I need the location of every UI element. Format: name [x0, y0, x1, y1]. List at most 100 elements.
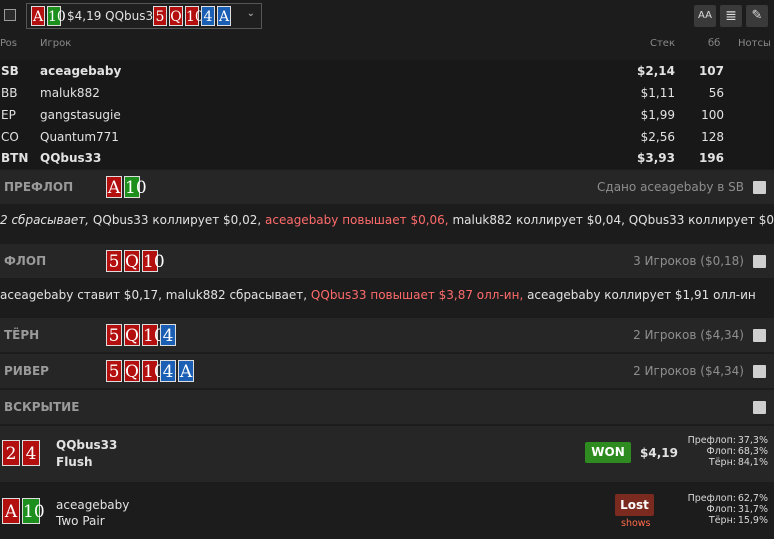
player-name: QQbus33: [56, 438, 118, 452]
list-view-button[interactable]: ≣: [720, 5, 742, 27]
card: 10: [47, 6, 66, 26]
player-bb: 107: [698, 64, 724, 78]
card: A: [178, 360, 194, 382]
table-row[interactable]: BB maluk882 $1,11 56: [0, 82, 774, 104]
header-notes: Нотсы: [738, 38, 771, 49]
player-stack: $2,14: [637, 64, 675, 78]
players-table-header: Pos Игрок Стек бб Нотсы: [0, 38, 774, 56]
player-name: Quantum771: [40, 130, 119, 144]
card: A: [31, 6, 45, 26]
player-stack: $3,93: [637, 151, 675, 165]
card: 4: [201, 6, 215, 26]
player-name: maluk882: [40, 86, 100, 100]
card: 4: [22, 440, 40, 466]
player-cards: A 10: [2, 498, 45, 524]
won-amount: $4,19: [640, 446, 678, 460]
card: A: [217, 6, 231, 26]
player-name: QQbus33: [40, 151, 102, 165]
flop-actions: aceagebaby ставит $0,17, maluk882 сбрасы…: [0, 279, 774, 312]
card: 2: [2, 440, 20, 466]
street-preflop: ПРЕФЛОП A 10 Сдано aceagebaby в SB: [0, 170, 774, 204]
player-stack: $1,99: [640, 108, 675, 122]
street-label: РИВЕР: [4, 364, 49, 378]
showdown-player: A 10 aceagebaby Two Pair Lost shows Префл…: [0, 484, 774, 539]
note-icon[interactable]: [753, 329, 766, 342]
action-text: 2 сбрасывает,: [0, 213, 90, 227]
table-row[interactable]: SB aceagebaby $2,14 107: [0, 60, 774, 82]
player-pos: BB: [1, 86, 18, 100]
action-text: maluk882 коллирует $0,04, QQbus33 коллир…: [448, 213, 774, 227]
action-highlight: aceagebaby повышает $0,06,: [265, 213, 449, 227]
header-stack: Стек: [650, 38, 675, 49]
table-row[interactable]: CO Quantum771 $2,56 128: [0, 126, 774, 148]
action-text: aceagebaby коллирует $1,91 олл-ин: [523, 288, 756, 302]
card: 5: [106, 360, 122, 382]
card: 10: [22, 498, 45, 524]
table-row[interactable]: BTN QQbus33 $3,93 196: [0, 147, 774, 169]
street-label: ВСКРЫТИЕ: [4, 400, 80, 414]
card: A: [2, 498, 20, 524]
player-stack: $2,56: [640, 130, 675, 144]
card: Q: [124, 324, 140, 346]
shows-link[interactable]: shows: [621, 518, 651, 529]
card: Q: [124, 360, 140, 382]
equity-values: 62,7% 31,7% 15,9%: [737, 493, 768, 526]
street-label: ТЁРН: [4, 328, 40, 342]
card: 10: [124, 176, 147, 198]
lost-badge: Lost: [615, 494, 654, 516]
card: A: [106, 176, 122, 198]
top-bar: A 10 $4,19 QQbus33 5 Q 104 A ⌄ AA ≣ ✎: [0, 0, 774, 32]
player-pos: EP: [1, 108, 16, 122]
hand-strength: Flush: [56, 455, 93, 469]
street-cards: A 10: [106, 176, 147, 198]
note-icon[interactable]: [753, 401, 766, 414]
hand-strength: Two Pair: [56, 514, 105, 528]
street-river: РИВЕР 5 Q 104 A 2 Игроков ($4,34): [0, 354, 774, 388]
action-text: QQbus33 коллирует $0,02,: [89, 213, 265, 227]
card: 5: [106, 324, 122, 346]
player-pos: BTN: [1, 151, 29, 165]
card: 4: [160, 360, 176, 382]
hand-selector[interactable]: A 10 $4,19 QQbus33 5 Q 104 A ⌄: [26, 3, 262, 29]
header-pos: Pos: [0, 38, 18, 49]
card: 10: [142, 250, 165, 272]
header-player: Игрок: [40, 38, 72, 49]
player-name: gangstasugie: [40, 108, 121, 122]
equity-labels: Префлоп: Флоп: Тёрн:: [687, 493, 736, 526]
header-bb: бб: [708, 38, 721, 49]
player-pos: CO: [1, 130, 19, 144]
edit-button[interactable]: ✎: [746, 5, 768, 27]
player-cards: 24: [2, 440, 42, 466]
equity-values: 37,3% 68,3% 84,1%: [737, 435, 768, 468]
player-bb: 56: [708, 86, 724, 100]
street-label: ФЛОП: [4, 254, 47, 268]
showdown-player: 24 QQbus33 Flush WON $4,19 Префлоп: Флоп:…: [0, 426, 774, 482]
street-info: 2 Игроков ($4,34): [633, 328, 744, 342]
card: Q: [124, 250, 140, 272]
table-row[interactable]: EP gangstasugie $1,99 100: [0, 104, 774, 126]
player-name: aceagebaby: [40, 64, 122, 78]
action-highlight: QQbus33 повышает $3,87 олл-ин,: [310, 288, 524, 302]
player-name: aceagebaby: [56, 498, 130, 512]
street-label: ПРЕФЛОП: [4, 180, 74, 194]
board-cards: 5 Q 104 A: [153, 6, 233, 26]
card: Q: [169, 6, 183, 26]
street-info: Сдано aceagebaby в SB: [597, 180, 744, 194]
chevron-down-icon: ⌄: [246, 8, 255, 19]
note-icon[interactable]: [753, 181, 766, 194]
street-cards: 5 Q 104 A: [106, 360, 196, 382]
card: 4: [160, 324, 176, 346]
player-bb: 100: [701, 108, 724, 122]
street-info: 3 Игроков ($0,18): [633, 254, 744, 268]
card: 5: [106, 250, 122, 272]
card: 10: [142, 360, 165, 382]
action-text: aceagebaby ставит $0,17, maluk882 сбрасы…: [0, 288, 311, 302]
preflop-actions: 2 сбрасывает, QQbus33 коллирует $0,02, a…: [0, 204, 774, 237]
note-icon[interactable]: [753, 365, 766, 378]
hand-summary: $4,19 QQbus33: [67, 9, 161, 23]
street-cards: 5 Q 104: [106, 324, 178, 346]
select-hand-checkbox[interactable]: [4, 9, 16, 21]
note-icon[interactable]: [753, 255, 766, 268]
font-size-button[interactable]: AA: [694, 5, 716, 27]
street-turn: ТЁРН 5 Q 104 2 Игроков ($4,34): [0, 318, 774, 352]
